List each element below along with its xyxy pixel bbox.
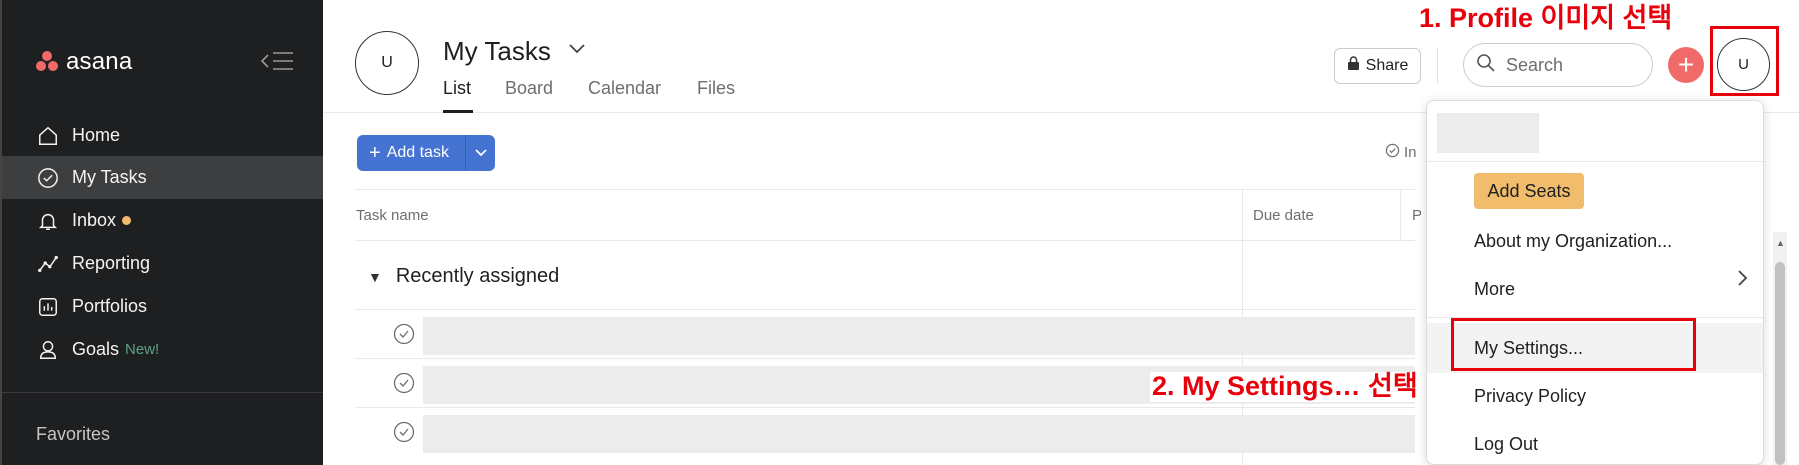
asana-logo[interactable]: asana [34, 48, 132, 76]
sidebar-item-label: Home [72, 125, 121, 145]
column-header-due-date[interactable]: Due date [1253, 207, 1314, 224]
scrollbar[interactable]: ▲ [1773, 232, 1787, 465]
favorites-header[interactable]: Favorites [36, 424, 110, 445]
annotation-highlight-settings [1451, 318, 1696, 371]
scrollbar-thumb[interactable] [1775, 262, 1785, 465]
quick-add-button[interactable]: + [1668, 47, 1704, 83]
logo-text: asana [66, 48, 133, 75]
tab-files[interactable]: Files [697, 78, 735, 99]
sidebar: asana Home My Tasks Inbox Reporting Port… [0, 0, 323, 465]
add-task-button[interactable]: + Add task [357, 135, 465, 171]
filter-label: In [1404, 144, 1417, 161]
collapse-sidebar-icon[interactable] [260, 50, 294, 78]
sidebar-item-label: Goals [72, 339, 120, 359]
sidebar-item-label: My Tasks [72, 167, 147, 187]
incomplete-tasks-filter[interactable]: In [1385, 143, 1417, 162]
share-button[interactable]: Share [1334, 48, 1421, 84]
unread-dot [122, 216, 132, 225]
bar-chart-icon [36, 295, 60, 319]
new-badge: New! [125, 341, 160, 358]
check-circle-icon [36, 166, 60, 190]
caret-down-icon[interactable]: ▼ [368, 269, 382, 285]
asana-logo-icon [34, 51, 60, 73]
header-divider [1437, 48, 1438, 84]
trend-line-icon [36, 252, 60, 276]
lock-icon [1347, 56, 1360, 76]
chevron-right-icon [1737, 269, 1749, 293]
sidebar-item-goals[interactable]: Goals New! [2, 328, 323, 371]
sidebar-item-my-tasks[interactable]: My Tasks [2, 156, 323, 199]
table-divider [355, 189, 1415, 190]
section-title: Recently assigned [395, 265, 560, 287]
tab-board[interactable]: Board [505, 78, 553, 99]
menu-item-about-organization[interactable]: About my Organization... [1474, 231, 1672, 252]
bell-icon [36, 209, 60, 233]
person-icon [36, 338, 60, 362]
add-task-dropdown-button[interactable] [465, 135, 495, 171]
annotation-step-2: 2. My Settings… 선택 [1150, 371, 1420, 402]
menu-item-more[interactable]: More [1474, 279, 1515, 300]
tab-calendar[interactable]: Calendar [588, 78, 661, 99]
search-icon [1476, 53, 1496, 78]
sidebar-divider [2, 392, 323, 393]
sidebar-item-label: Reporting [72, 253, 151, 273]
menu-item-privacy-policy[interactable]: Privacy Policy [1474, 386, 1586, 407]
annotation-step-1: 1. Profile 이미지 선택 [1417, 3, 1675, 34]
asana-app: asana Home My Tasks Inbox Reporting Port… [0, 0, 1799, 465]
column-header-priority[interactable]: P [1412, 207, 1422, 224]
add-task-button-group: + Add task [357, 135, 495, 171]
workspace-name-redacted [1437, 113, 1539, 153]
project-avatar: U [355, 31, 419, 95]
sidebar-item-label: Portfolios [72, 296, 148, 316]
share-label: Share [1365, 57, 1409, 74]
scroll-up-arrow-icon[interactable]: ▲ [1776, 238, 1785, 248]
check-circle-icon[interactable] [393, 372, 415, 394]
sidebar-item-label: Inbox [72, 210, 117, 230]
chevron-down-icon [474, 149, 487, 157]
tab-list[interactable]: List [443, 78, 471, 99]
add-seats-button[interactable]: Add Seats [1474, 173, 1584, 209]
plus-icon: + [369, 142, 381, 164]
search-placeholder: Search [1506, 54, 1564, 75]
table-row[interactable] [355, 310, 1415, 358]
annotation-highlight-profile [1710, 26, 1779, 96]
check-circle-icon[interactable] [393, 323, 415, 345]
check-circle-icon[interactable] [393, 421, 415, 443]
sidebar-item-portfolios[interactable]: Portfolios [2, 285, 323, 328]
chevron-down-icon[interactable] [568, 38, 586, 61]
task-name-redacted [423, 317, 1415, 355]
search-input[interactable]: Search [1463, 43, 1653, 87]
home-icon [36, 124, 60, 148]
table-divider [355, 240, 1415, 241]
check-circle-icon [1385, 143, 1400, 162]
sidebar-item-reporting[interactable]: Reporting [2, 242, 323, 285]
menu-item-log-out[interactable]: Log Out [1474, 434, 1538, 455]
profile-dropdown-menu: Add Seats About my Organization... More … [1426, 100, 1764, 465]
column-divider [1400, 189, 1401, 241]
section-header[interactable]: ▼ Recently assigned [368, 265, 559, 288]
sidebar-item-home[interactable]: Home [2, 114, 323, 157]
task-name-redacted [423, 415, 1415, 453]
table-row[interactable] [355, 408, 1415, 456]
page-title[interactable]: My Tasks [443, 36, 551, 67]
add-task-label: Add task [386, 144, 449, 161]
column-header-task-name[interactable]: Task name [356, 207, 429, 224]
sidebar-item-inbox[interactable]: Inbox [2, 199, 323, 242]
menu-divider [1427, 161, 1763, 162]
active-tab-indicator [443, 110, 473, 113]
